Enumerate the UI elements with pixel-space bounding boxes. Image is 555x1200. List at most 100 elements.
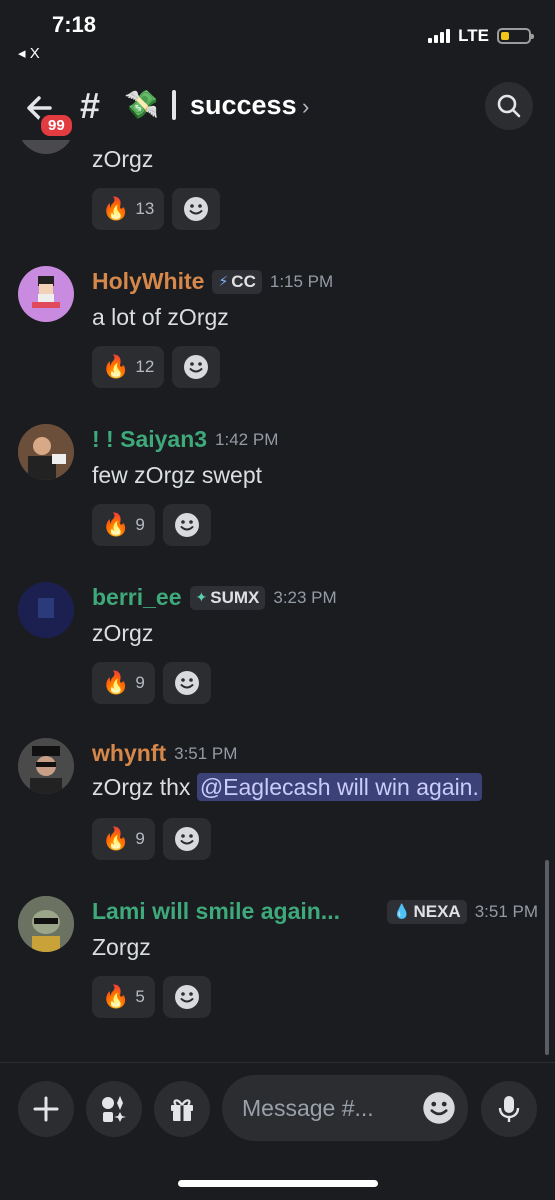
reaction-fire[interactable]: 🔥 5 [92, 976, 155, 1018]
reaction-count: 9 [135, 829, 145, 848]
reaction-row: 🔥 12 [92, 346, 221, 388]
back-to-app-link[interactable]: ◂ X [18, 44, 40, 62]
author-line: whynft 3:51 PM [92, 740, 237, 767]
smiley-icon [423, 1092, 455, 1124]
scrollbar[interactable] [545, 860, 549, 1055]
timestamp: 3:23 PM [273, 587, 337, 607]
hash-icon: # [80, 85, 101, 126]
author-line: berri_ee ✦ SUMX 3:23 PM [92, 584, 337, 611]
avatar[interactable] [18, 582, 74, 638]
apps-button[interactable] [86, 1081, 142, 1137]
author-name[interactable]: whynft [92, 740, 166, 767]
reaction-fire[interactable]: 🔥 9 [92, 504, 155, 546]
add-reaction-button[interactable] [162, 976, 211, 1018]
money-wings-icon: 💸 [124, 89, 159, 120]
message-text: few zOrgz swept [92, 462, 262, 488]
avatar[interactable] [18, 140, 74, 154]
channel-header: 99 # 💸 success › [0, 78, 555, 139]
message-text: zOrgz thx @Eaglecash will win again. [92, 773, 482, 801]
tag-label: CC [231, 271, 256, 291]
chevron-right-icon[interactable]: › [302, 94, 309, 120]
battery-icon [497, 28, 534, 44]
reaction-count: 5 [135, 987, 145, 1006]
reaction-row: 🔥 9 [92, 818, 211, 860]
message-composer [0, 1075, 555, 1141]
server-tag[interactable]: 💧 NEXA [387, 899, 467, 924]
reaction-count: 13 [135, 199, 155, 218]
attach-button[interactable] [18, 1081, 74, 1137]
droplet-icon: 💧 [393, 903, 411, 919]
microphone-icon [498, 1096, 520, 1122]
reaction-fire[interactable]: 🔥 9 [92, 818, 155, 860]
fire-icon: 🔥 [102, 984, 130, 1009]
author-name[interactable]: Lami will smile again... [92, 898, 340, 925]
reaction-fire[interactable]: 🔥 13 [92, 188, 165, 230]
smiley-icon [184, 197, 209, 221]
message-text-plain: zOrgz thx [92, 774, 197, 800]
author-name[interactable]: ! ! Saiyan3 [92, 426, 207, 453]
server-tag[interactable]: ✦ SUMX [189, 585, 266, 610]
gift-button[interactable] [154, 1081, 210, 1137]
timestamp: 3:51 PM [174, 743, 238, 763]
server-tag[interactable]: ⚡ CC [212, 269, 262, 294]
avatar[interactable] [18, 424, 74, 480]
avatar[interactable] [18, 738, 74, 794]
timestamp: 1:42 PM [215, 429, 279, 449]
unread-badge: 99 [38, 112, 75, 139]
add-reaction-button[interactable] [162, 818, 211, 860]
search-icon [497, 94, 521, 118]
author-line: ! ! Saiyan3 1:42 PM [92, 426, 278, 453]
author-line: Lami will smile again... 💧 NEXA 3:51 PM [92, 898, 538, 925]
user-mention[interactable]: @Eaglecash will win again. [196, 773, 482, 801]
status-time: 7:18 [52, 12, 97, 37]
reaction-row: 🔥 9 [92, 504, 211, 546]
battery-level [501, 32, 509, 40]
fire-icon: 🔥 [102, 196, 130, 221]
reaction-count: 12 [135, 357, 155, 376]
message-input-container [222, 1075, 468, 1141]
home-indicator[interactable] [178, 1180, 378, 1187]
reaction-fire[interactable]: 🔥 12 [92, 346, 165, 388]
reaction-row: 🔥 13 [92, 188, 221, 230]
sparkles-icon [102, 1096, 126, 1122]
fire-icon: 🔥 [102, 826, 130, 851]
timestamp: 1:15 PM [269, 271, 334, 291]
author-name[interactable]: berri_ee [92, 584, 182, 611]
smiley-icon [174, 985, 199, 1009]
add-reaction-button[interactable] [172, 188, 221, 230]
lightning-icon: ⚡ [218, 273, 229, 289]
smiley-icon [174, 513, 199, 537]
smiley-icon [174, 671, 199, 695]
fire-icon: 🔥 [102, 354, 130, 379]
message-input[interactable] [242, 1093, 412, 1123]
add-reaction-button[interactable] [162, 504, 211, 546]
tag-label: NEXA [413, 901, 461, 921]
add-reaction-button[interactable] [172, 346, 221, 388]
status-bar: 7:18 ◂ X LTE [0, 0, 555, 70]
author-name[interactable]: HolyWhite [92, 268, 204, 295]
channel-title[interactable]: success [190, 90, 297, 121]
avatar[interactable] [18, 896, 74, 952]
search-button[interactable] [485, 82, 533, 130]
reaction-row: 🔥 5 [92, 976, 211, 1018]
message-text: zOrgz [92, 620, 154, 646]
message-list[interactable]: zOrgz 🔥 13 HolyWhite ⚡ CC 1:15 PM a lot … [0, 140, 555, 1060]
sparkle-icon: ✦ [195, 589, 208, 605]
fire-icon: 🔥 [102, 670, 130, 695]
gift-icon [171, 1099, 193, 1121]
emoji-picker-button[interactable] [422, 1091, 456, 1125]
avatar[interactable] [18, 266, 74, 322]
smiley-icon [184, 355, 209, 379]
tag-label: SUMX [210, 587, 260, 607]
message-text: a lot of zOrgz [92, 304, 229, 330]
reaction-count: 9 [135, 515, 145, 534]
message-text: Zorgz [92, 934, 151, 960]
reaction-fire[interactable]: 🔥 9 [92, 662, 155, 704]
reaction-count: 9 [135, 673, 145, 692]
author-line: HolyWhite ⚡ CC 1:15 PM [92, 268, 333, 295]
add-reaction-button[interactable] [162, 662, 211, 704]
reaction-row: 🔥 9 [92, 662, 211, 704]
voice-message-button[interactable] [481, 1081, 537, 1137]
plus-icon [33, 1096, 59, 1122]
signal-icon [428, 29, 451, 43]
